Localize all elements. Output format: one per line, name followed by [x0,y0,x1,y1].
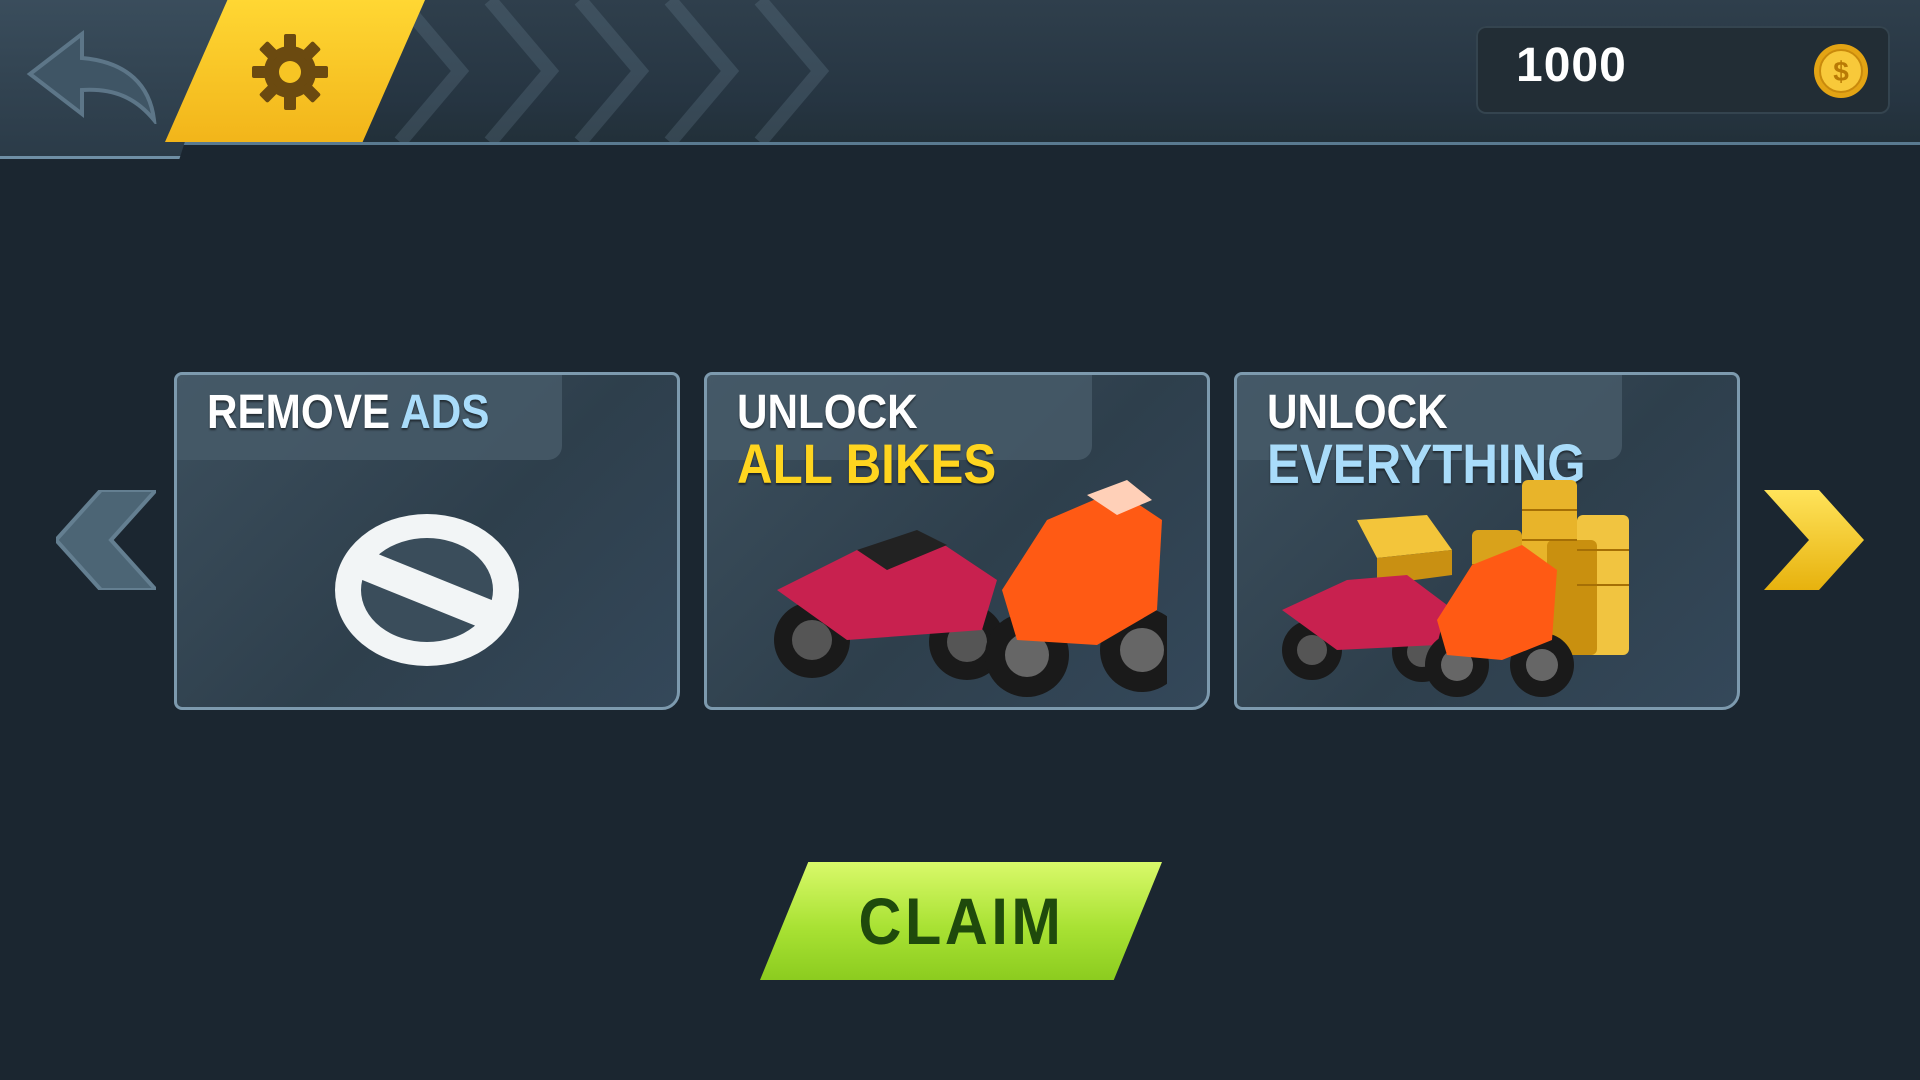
gear-icon [252,34,328,110]
svg-text:$: $ [1833,56,1849,87]
decor-chevron-icon [664,0,740,142]
gold-coin-icon: $ [1814,44,1868,98]
offer-title-highlight: ADS [400,386,490,439]
no-ads-icon [335,514,519,666]
back-arrow-icon [26,29,157,124]
chevron-right-icon[interactable] [1764,490,1864,590]
coin-balance: 1000 $ [1476,26,1890,114]
chevron-left-icon[interactable] [56,490,156,590]
decor-chevron-icon [754,0,830,142]
offer-title-part: REMOVE [207,386,401,439]
offer-title-tab: REMOVE ADS [177,375,562,460]
offer-card-unlock-everything[interactable]: UNLOCK EVERYTHING [1234,372,1740,710]
motorcycles-image [774,480,1167,697]
offer-card-remove-ads[interactable]: REMOVE ADS [174,372,680,710]
decor-chevron-icon [484,0,560,142]
coin-count: 1000 [1516,39,1627,92]
claim-button[interactable]: CLAIM [760,862,1162,980]
decor-chevron-icon [574,0,650,142]
offer-card-unlock-bikes[interactable]: UNLOCK ALL BIKES [704,372,1210,710]
bikes-gold-coins-image [1282,480,1629,697]
offer-title: REMOVE ADS [207,385,489,440]
claim-button-label: CLAIM [857,884,1065,958]
